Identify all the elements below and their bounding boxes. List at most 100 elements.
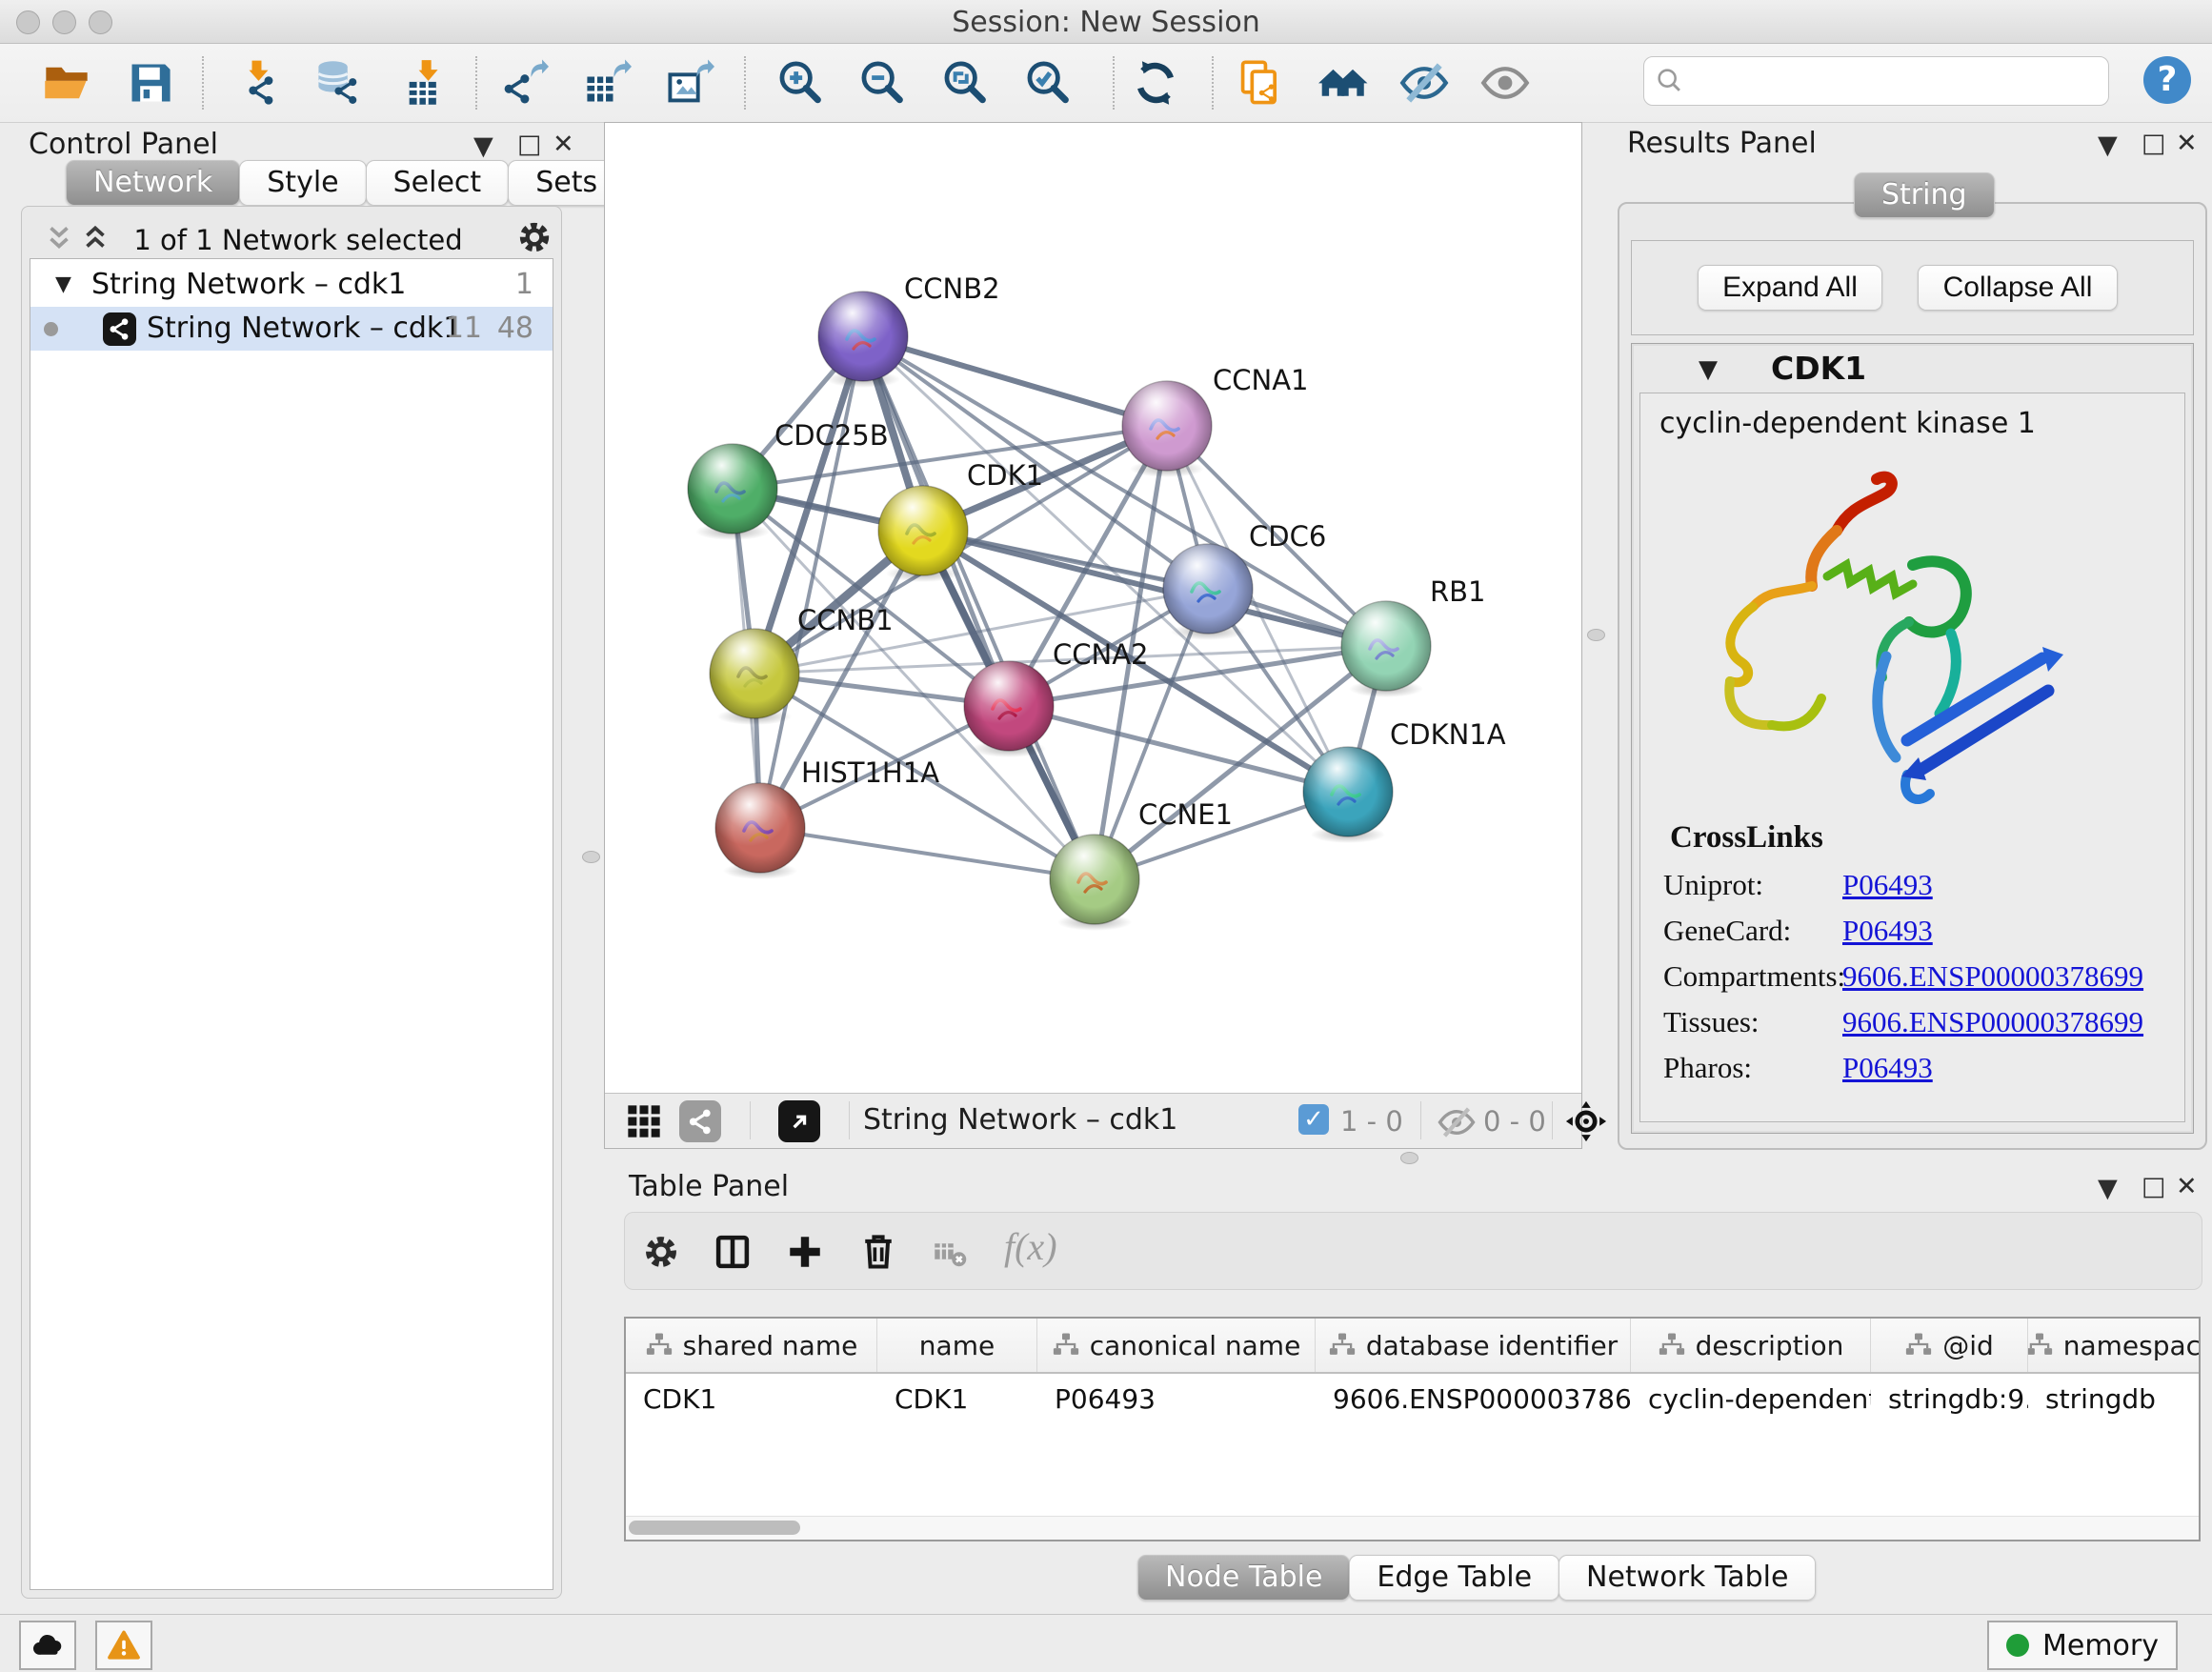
network-options-gear-icon[interactable]: [515, 218, 553, 256]
tab-style[interactable]: Style: [239, 160, 366, 206]
table-cell[interactable]: stringdb:9...: [1871, 1374, 2028, 1425]
bottom-splitter-handle[interactable]: [1400, 1152, 1418, 1164]
node-CCNA2[interactable]: [964, 661, 1054, 757]
delete-column-icon[interactable]: [857, 1230, 899, 1272]
selected-checkbox[interactable]: [1298, 1104, 1329, 1135]
help-icon[interactable]: [2143, 56, 2191, 104]
horizontal-scrollbar-thumb[interactable]: [629, 1521, 800, 1535]
import-table-icon[interactable]: [401, 58, 451, 108]
table-cell[interactable]: stringdb: [2028, 1374, 2201, 1425]
memory-button[interactable]: Memory: [1987, 1621, 2178, 1670]
import-database-icon[interactable]: [313, 58, 363, 108]
column-header-@id[interactable]: @id: [1871, 1319, 2028, 1372]
expand-all-button[interactable]: Expand All: [1698, 265, 1882, 311]
search-input[interactable]: [1692, 65, 2077, 98]
crosslink-value-link[interactable]: 9606.ENSP00000378699: [1842, 959, 2143, 993]
right-splitter-handle[interactable]: [1587, 629, 1605, 641]
node-CDC25B[interactable]: [688, 444, 777, 540]
show-eye-icon[interactable]: [1480, 58, 1530, 108]
grid-view-icon[interactable]: [625, 1102, 663, 1140]
results-panel-float-icon[interactable]: [2098, 131, 2118, 160]
import-network-icon[interactable]: [233, 58, 283, 108]
hidden-eye-icon[interactable]: [1438, 1103, 1476, 1141]
refresh-icon[interactable]: [1131, 58, 1180, 108]
node-HIST1H1A[interactable]: [715, 783, 805, 879]
save-icon[interactable]: [126, 58, 175, 108]
warning-status-button[interactable]: [95, 1621, 152, 1670]
node-CDKN1A[interactable]: [1303, 747, 1393, 843]
network-list-item[interactable]: String Network – cdk1 11 48: [30, 307, 553, 351]
tab-edge-table[interactable]: Edge Table: [1349, 1555, 1559, 1601]
edge-HIST1H1A-CCNE1[interactable]: [760, 828, 1095, 879]
add-column-icon[interactable]: [785, 1232, 825, 1272]
tab-network-table[interactable]: Network Table: [1558, 1555, 1816, 1601]
table-panel-close-icon[interactable]: [2176, 1172, 2198, 1201]
column-header-description[interactable]: description: [1631, 1319, 1871, 1372]
tab-node-table[interactable]: Node Table: [1137, 1555, 1350, 1601]
cloud-status-button[interactable]: [19, 1621, 76, 1670]
tab-select[interactable]: Select: [366, 160, 510, 206]
edge-CCNB2-CCNA1[interactable]: [863, 336, 1167, 426]
show-columns-icon[interactable]: [713, 1232, 753, 1272]
control-panel-close-icon[interactable]: [553, 130, 574, 159]
column-header-name[interactable]: name: [877, 1319, 1037, 1372]
node-CCNA1[interactable]: [1122, 381, 1212, 477]
copy-network-icon[interactable]: [1236, 58, 1285, 108]
column-header-canonical-name[interactable]: canonical name: [1037, 1319, 1316, 1372]
table-panel-float-icon[interactable]: [2098, 1174, 2118, 1203]
expand-all-icon[interactable]: [79, 222, 111, 254]
results-panel-tab: String: [1855, 172, 1995, 218]
control-panel-float-icon[interactable]: [473, 131, 493, 161]
results-panel-close-icon[interactable]: [2176, 129, 2198, 158]
crosslink-value-link[interactable]: 9606.ENSP00000378699: [1842, 1005, 2143, 1038]
table-cell[interactable]: CDK1: [626, 1374, 877, 1425]
crosslink-value-link[interactable]: P06493: [1842, 1051, 1933, 1084]
zoom-out-icon[interactable]: [857, 58, 907, 108]
crosslink-value-link[interactable]: P06493: [1842, 868, 1933, 901]
tab-network[interactable]: Network: [66, 160, 240, 206]
hide-eye-icon[interactable]: [1399, 58, 1449, 108]
birdseye-crosshair-icon[interactable]: [1565, 1100, 1607, 1142]
network-collection-row[interactable]: ▼ String Network – cdk1 1: [30, 263, 553, 307]
results-panel-maximize-icon[interactable]: [2142, 129, 2166, 158]
table-cell[interactable]: CDK1: [877, 1374, 1037, 1425]
collapse-all-icon[interactable]: [43, 222, 75, 254]
edge-CCNB2-HIST1H1A[interactable]: [760, 336, 863, 828]
zoom-fit-icon[interactable]: [940, 58, 990, 108]
table-cell[interactable]: cyclin-dependent ...: [1631, 1374, 1871, 1425]
node-RB1[interactable]: [1341, 601, 1431, 697]
control-panel-maximize-icon[interactable]: [517, 130, 542, 159]
tab-string[interactable]: String: [1854, 172, 1995, 218]
network-canvas[interactable]: CCNB2CCNA1CDC25BCDK1CDC6RB1CCNB1CCNA2CDK…: [605, 123, 1581, 1094]
folder-open-icon[interactable]: [42, 58, 91, 108]
export-table-icon[interactable]: [582, 58, 632, 108]
collection-caret-icon[interactable]: ▼: [55, 263, 71, 307]
column-header-shared-name[interactable]: shared name: [626, 1319, 877, 1372]
column-header-namespace[interactable]: namespace: [2028, 1319, 2201, 1372]
left-splitter-handle[interactable]: [582, 851, 600, 863]
window-close-button[interactable]: [16, 10, 40, 34]
table-row[interactable]: CDK1CDK1P064939606.ENSP00000378699cyclin…: [626, 1374, 2199, 1425]
houses-icon[interactable]: [1318, 58, 1368, 108]
zoom-selected-icon[interactable]: [1023, 58, 1073, 108]
window-minimize-button[interactable]: [52, 10, 76, 34]
table-options-gear-icon[interactable]: [641, 1232, 681, 1272]
node-CCNE1[interactable]: [1050, 835, 1139, 931]
table-cell[interactable]: P06493: [1037, 1374, 1316, 1425]
export-network-icon[interactable]: [499, 58, 549, 108]
table-cell[interactable]: 9606.ENSP00000378699: [1316, 1374, 1631, 1425]
export-image-icon[interactable]: [665, 58, 714, 108]
collapse-all-button[interactable]: Collapse All: [1918, 265, 2118, 311]
edge-CCNB2-CCNE1[interactable]: [863, 336, 1095, 879]
delete-table-icon[interactable]: [930, 1236, 970, 1270]
function-builder-icon[interactable]: f(x): [1004, 1224, 1057, 1269]
share-network-icon[interactable]: [679, 1100, 721, 1142]
column-header-database-identifier[interactable]: database identifier: [1316, 1319, 1631, 1372]
open-in-window-icon[interactable]: [778, 1100, 820, 1142]
table-panel-maximize-icon[interactable]: [2142, 1172, 2166, 1201]
crosslink-value-link[interactable]: P06493: [1842, 914, 1933, 947]
gene-card-caret-icon[interactable]: ▼: [1699, 355, 1718, 384]
node-CDC6[interactable]: [1163, 544, 1253, 640]
window-zoom-button[interactable]: [89, 10, 112, 34]
zoom-in-icon[interactable]: [775, 58, 825, 108]
